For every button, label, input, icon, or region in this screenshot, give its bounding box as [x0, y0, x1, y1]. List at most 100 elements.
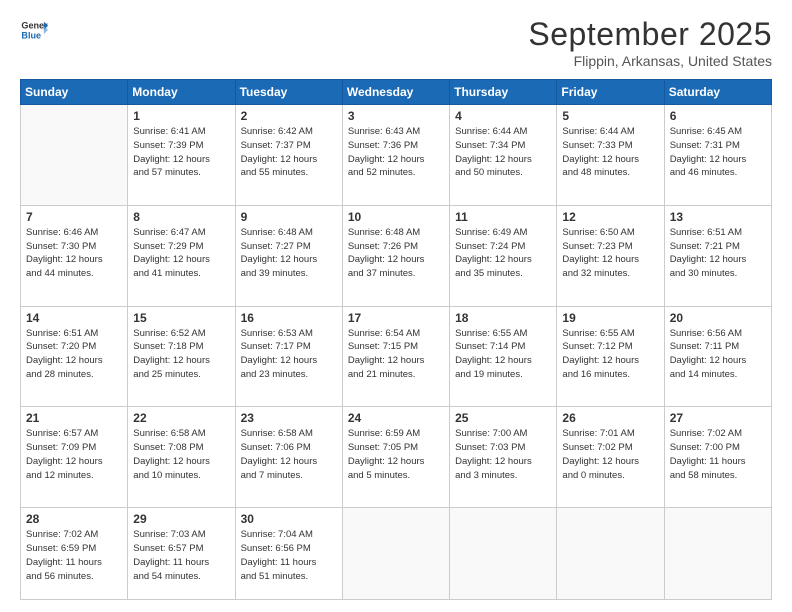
calendar-cell-w1-d1 [21, 105, 128, 206]
weekday-header-row: SundayMondayTuesdayWednesdayThursdayFrid… [21, 80, 772, 105]
day-number: 8 [133, 210, 229, 224]
header: General Blue September 2025 Flippin, Ark… [20, 16, 772, 69]
week-row-5: 28 Sunrise: 7:02 AM Sunset: 6:59 PM Dayli… [21, 508, 772, 600]
day-info: Sunrise: 6:50 AM Sunset: 7:23 PM Dayligh… [562, 226, 658, 281]
calendar-cell-w1-d3: 2 Sunrise: 6:42 AM Sunset: 7:37 PM Daylig… [235, 105, 342, 206]
calendar-cell-w3-d5: 18 Sunrise: 6:55 AM Sunset: 7:14 PM Dayli… [450, 306, 557, 407]
page: General Blue September 2025 Flippin, Ark… [0, 0, 792, 612]
calendar-cell-w3-d6: 19Sunrise: 6:55 AM Sunset: 7:12 PM Dayli… [557, 306, 664, 407]
day-number: 7 [26, 210, 122, 224]
day-info: Sunrise: 6:58 AM Sunset: 7:06 PM Dayligh… [241, 427, 337, 482]
calendar-cell-w4-d2: 22Sunrise: 6:58 AM Sunset: 7:08 PM Dayli… [128, 407, 235, 508]
day-number: 18 [455, 311, 551, 325]
calendar-cell-w2-d2: 8 Sunrise: 6:47 AM Sunset: 7:29 PM Daylig… [128, 205, 235, 306]
week-row-4: 21 Sunrise: 6:57 AM Sunset: 7:09 PM Dayli… [21, 407, 772, 508]
calendar-cell-w3-d1: 14 Sunrise: 6:51 AM Sunset: 7:20 PM Dayli… [21, 306, 128, 407]
day-number: 16 [241, 311, 337, 325]
week-row-3: 14 Sunrise: 6:51 AM Sunset: 7:20 PM Dayli… [21, 306, 772, 407]
week-row-1: 1 Sunrise: 6:41 AM Sunset: 7:39 PM Daylig… [21, 105, 772, 206]
calendar-cell-w5-d3: 30Sunrise: 7:04 AM Sunset: 6:56 PM Dayli… [235, 508, 342, 600]
weekday-header-friday: Friday [557, 80, 664, 105]
day-number: 10 [348, 210, 444, 224]
day-info: Sunrise: 6:51 AM Sunset: 7:20 PM Dayligh… [26, 327, 122, 382]
calendar-header: SundayMondayTuesdayWednesdayThursdayFrid… [21, 80, 772, 105]
day-info: Sunrise: 6:48 AM Sunset: 7:26 PM Dayligh… [348, 226, 444, 281]
day-number: 27 [670, 411, 766, 425]
day-number: 12 [562, 210, 658, 224]
calendar-cell-w5-d6 [557, 508, 664, 600]
day-info: Sunrise: 6:52 AM Sunset: 7:18 PM Dayligh… [133, 327, 229, 382]
calendar-cell-w2-d3: 9 Sunrise: 6:48 AM Sunset: 7:27 PM Daylig… [235, 205, 342, 306]
day-info: Sunrise: 6:55 AM Sunset: 7:14 PM Dayligh… [455, 327, 551, 382]
day-number: 24 [348, 411, 444, 425]
calendar-cell-w2-d5: 11 Sunrise: 6:49 AM Sunset: 7:24 PM Dayli… [450, 205, 557, 306]
day-number: 11 [455, 210, 551, 224]
calendar-cell-w1-d2: 1 Sunrise: 6:41 AM Sunset: 7:39 PM Daylig… [128, 105, 235, 206]
calendar-table: SundayMondayTuesdayWednesdayThursdayFrid… [20, 79, 772, 600]
day-info: Sunrise: 6:48 AM Sunset: 7:27 PM Dayligh… [241, 226, 337, 281]
day-info: Sunrise: 6:44 AM Sunset: 7:34 PM Dayligh… [455, 125, 551, 180]
calendar-body: 1 Sunrise: 6:41 AM Sunset: 7:39 PM Daylig… [21, 105, 772, 600]
day-info: Sunrise: 6:45 AM Sunset: 7:31 PM Dayligh… [670, 125, 766, 180]
calendar-cell-w1-d4: 3Sunrise: 6:43 AM Sunset: 7:36 PM Daylig… [342, 105, 449, 206]
day-info: Sunrise: 6:41 AM Sunset: 7:39 PM Dayligh… [133, 125, 229, 180]
day-number: 21 [26, 411, 122, 425]
calendar-cell-w4-d1: 21 Sunrise: 6:57 AM Sunset: 7:09 PM Dayli… [21, 407, 128, 508]
day-info: Sunrise: 6:54 AM Sunset: 7:15 PM Dayligh… [348, 327, 444, 382]
calendar-cell-w4-d5: 25 Sunrise: 7:00 AM Sunset: 7:03 PM Dayli… [450, 407, 557, 508]
week-row-2: 7 Sunrise: 6:46 AM Sunset: 7:30 PM Daylig… [21, 205, 772, 306]
day-info: Sunrise: 7:00 AM Sunset: 7:03 PM Dayligh… [455, 427, 551, 482]
subtitle: Flippin, Arkansas, United States [528, 53, 772, 69]
day-info: Sunrise: 7:02 AM Sunset: 6:59 PM Dayligh… [26, 528, 122, 583]
calendar-cell-w4-d3: 23Sunrise: 6:58 AM Sunset: 7:06 PM Dayli… [235, 407, 342, 508]
calendar-cell-w1-d7: 6 Sunrise: 6:45 AM Sunset: 7:31 PM Daylig… [664, 105, 771, 206]
day-number: 9 [241, 210, 337, 224]
day-info: Sunrise: 7:03 AM Sunset: 6:57 PM Dayligh… [133, 528, 229, 583]
day-number: 4 [455, 109, 551, 123]
calendar-cell-w5-d5 [450, 508, 557, 600]
day-info: Sunrise: 7:02 AM Sunset: 7:00 PM Dayligh… [670, 427, 766, 482]
day-info: Sunrise: 6:56 AM Sunset: 7:11 PM Dayligh… [670, 327, 766, 382]
day-number: 13 [670, 210, 766, 224]
weekday-header-wednesday: Wednesday [342, 80, 449, 105]
day-number: 26 [562, 411, 658, 425]
weekday-header-tuesday: Tuesday [235, 80, 342, 105]
day-number: 3 [348, 109, 444, 123]
day-number: 14 [26, 311, 122, 325]
weekday-header-monday: Monday [128, 80, 235, 105]
weekday-header-sunday: Sunday [21, 80, 128, 105]
weekday-header-thursday: Thursday [450, 80, 557, 105]
calendar-cell-w1-d5: 4 Sunrise: 6:44 AM Sunset: 7:34 PM Daylig… [450, 105, 557, 206]
day-info: Sunrise: 6:53 AM Sunset: 7:17 PM Dayligh… [241, 327, 337, 382]
title-block: September 2025 Flippin, Arkansas, United… [528, 16, 772, 69]
day-info: Sunrise: 6:51 AM Sunset: 7:21 PM Dayligh… [670, 226, 766, 281]
day-info: Sunrise: 6:47 AM Sunset: 7:29 PM Dayligh… [133, 226, 229, 281]
day-info: Sunrise: 7:04 AM Sunset: 6:56 PM Dayligh… [241, 528, 337, 583]
day-number: 20 [670, 311, 766, 325]
calendar-cell-w5-d2: 29Sunrise: 7:03 AM Sunset: 6:57 PM Dayli… [128, 508, 235, 600]
calendar-cell-w3-d3: 16 Sunrise: 6:53 AM Sunset: 7:17 PM Dayli… [235, 306, 342, 407]
day-number: 19 [562, 311, 658, 325]
day-number: 17 [348, 311, 444, 325]
calendar-cell-w1-d6: 5Sunrise: 6:44 AM Sunset: 7:33 PM Daylig… [557, 105, 664, 206]
calendar-cell-w2-d4: 10 Sunrise: 6:48 AM Sunset: 7:26 PM Dayli… [342, 205, 449, 306]
calendar-cell-w5-d4 [342, 508, 449, 600]
day-number: 5 [562, 109, 658, 123]
day-number: 2 [241, 109, 337, 123]
day-info: Sunrise: 7:01 AM Sunset: 7:02 PM Dayligh… [562, 427, 658, 482]
day-info: Sunrise: 6:42 AM Sunset: 7:37 PM Dayligh… [241, 125, 337, 180]
day-number: 25 [455, 411, 551, 425]
logo: General Blue [20, 16, 48, 44]
day-info: Sunrise: 6:57 AM Sunset: 7:09 PM Dayligh… [26, 427, 122, 482]
calendar-cell-w4-d6: 26 Sunrise: 7:01 AM Sunset: 7:02 PM Dayli… [557, 407, 664, 508]
calendar-cell-w5-d7 [664, 508, 771, 600]
day-info: Sunrise: 6:49 AM Sunset: 7:24 PM Dayligh… [455, 226, 551, 281]
day-number: 6 [670, 109, 766, 123]
day-number: 1 [133, 109, 229, 123]
logo-icon: General Blue [20, 16, 48, 44]
day-info: Sunrise: 6:46 AM Sunset: 7:30 PM Dayligh… [26, 226, 122, 281]
day-number: 28 [26, 512, 122, 526]
calendar-cell-w3-d4: 17 Sunrise: 6:54 AM Sunset: 7:15 PM Dayli… [342, 306, 449, 407]
calendar-cell-w5-d1: 28 Sunrise: 7:02 AM Sunset: 6:59 PM Dayli… [21, 508, 128, 600]
calendar-cell-w2-d1: 7 Sunrise: 6:46 AM Sunset: 7:30 PM Daylig… [21, 205, 128, 306]
